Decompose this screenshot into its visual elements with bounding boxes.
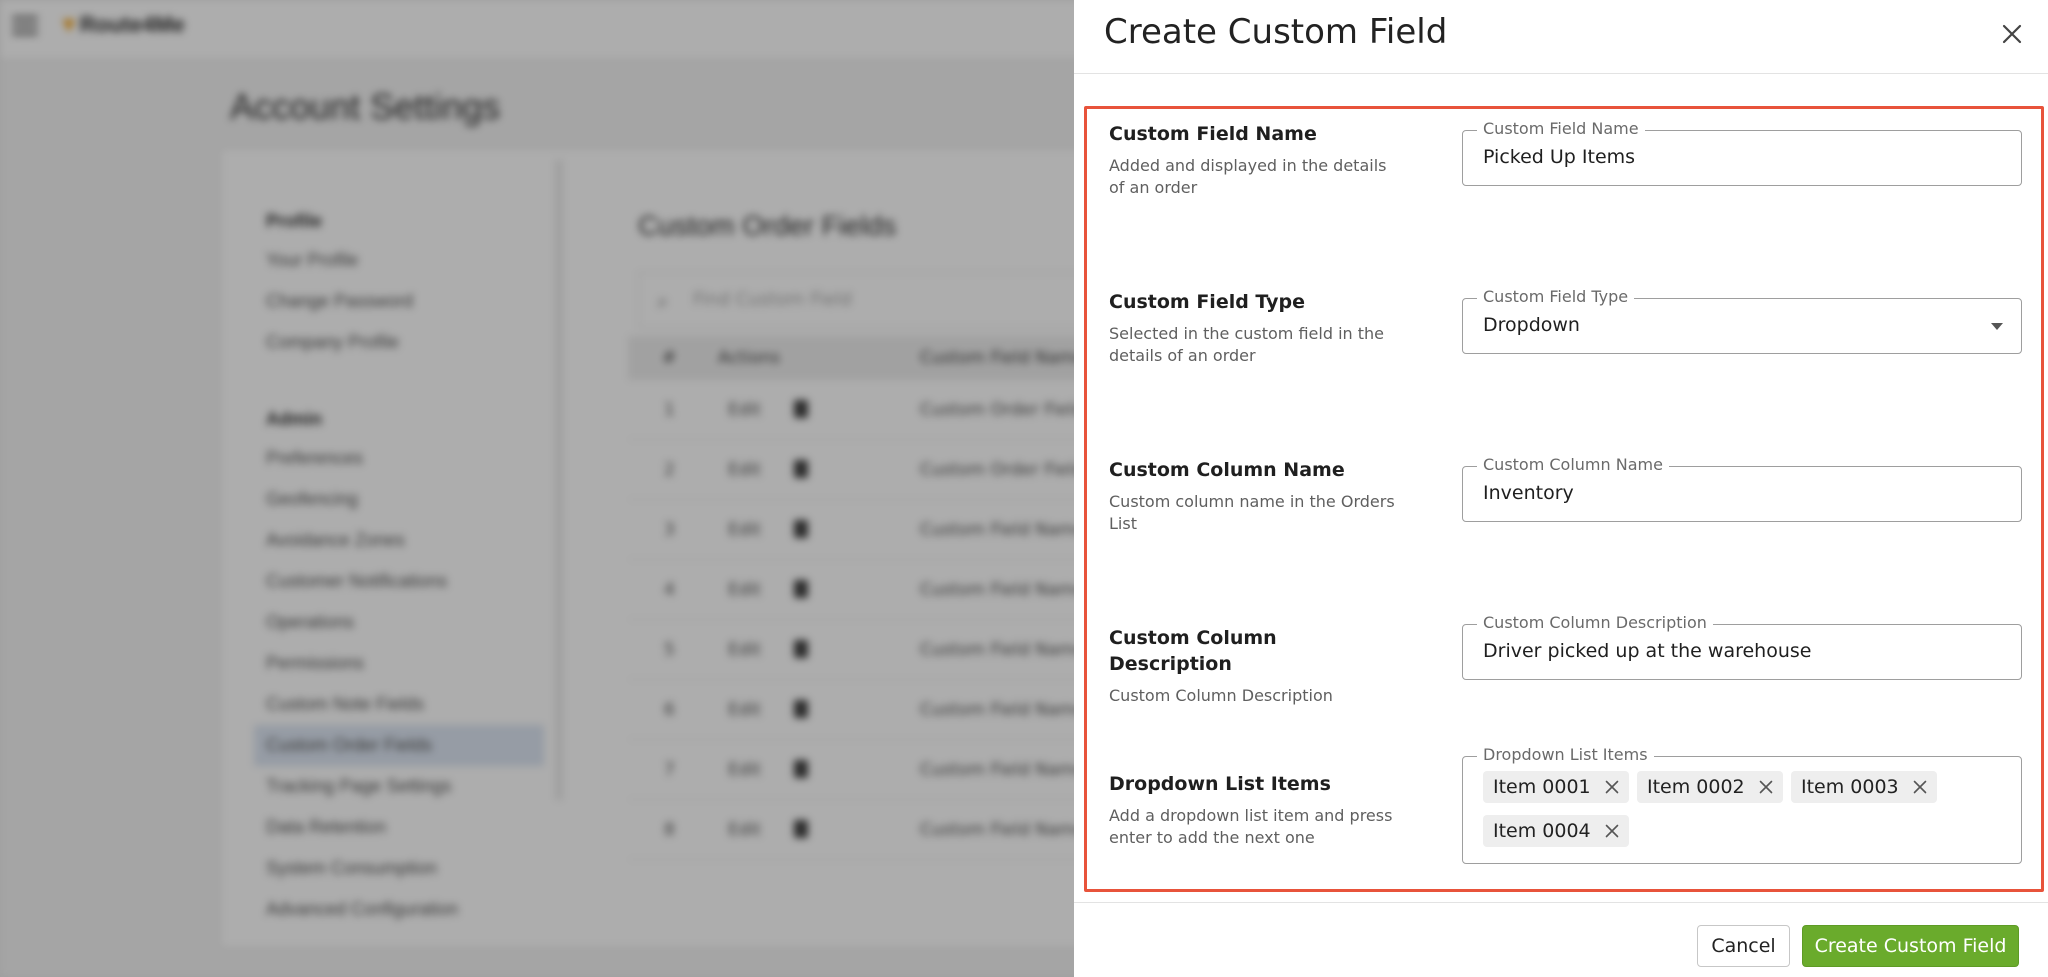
custom-field-form: Custom Field Name Added and displayed in… <box>1084 106 2044 892</box>
chip-remove-button[interactable] <box>1601 820 1623 842</box>
chip-remove-button[interactable] <box>1755 776 1777 798</box>
custom-field-type-label: Custom Field Type <box>1109 291 1306 313</box>
close-button[interactable] <box>1992 14 2032 54</box>
dropdown-list-items-label: Dropdown List Items <box>1109 773 1331 795</box>
custom-field-name-input[interactable]: Custom Field Name Picked Up Items <box>1462 119 2022 186</box>
custom-column-description-label: Custom Column Description <box>1109 627 1277 675</box>
dropdown-item-chip: Item 0003 <box>1791 771 1937 803</box>
custom-column-name-value: Inventory <box>1483 482 1574 504</box>
custom-column-name-description: Custom column name in the Orders List <box>1109 492 1395 533</box>
chip-label: Item 0001 <box>1493 776 1591 798</box>
custom-field-name-description: Added and displayed in the details of an… <box>1109 156 1387 197</box>
drawer-title: Create Custom Field <box>1104 12 1448 52</box>
cancel-button[interactable]: Cancel <box>1697 925 1790 967</box>
custom-field-type-value: Dropdown <box>1483 314 1580 336</box>
custom-field-name-label: Custom Field Name <box>1109 123 1317 145</box>
dropdown-list-items-description: Add a dropdown list item and press enter… <box>1109 806 1393 847</box>
dropdown-list-items-label-group: Dropdown List Items Add a dropdown list … <box>1109 771 1399 849</box>
custom-field-name-legend: Custom Field Name <box>1477 119 1645 139</box>
dropdown-list-items-legend: Dropdown List Items <box>1477 745 1654 765</box>
custom-column-name-label: Custom Column Name <box>1109 459 1345 481</box>
chip-remove-button[interactable] <box>1909 776 1931 798</box>
create-custom-field-button[interactable]: Create Custom Field <box>1802 925 2019 967</box>
custom-field-type-description: Selected in the custom field in the deta… <box>1109 324 1385 365</box>
drawer-header: Create Custom Field <box>1074 0 2048 74</box>
custom-column-description-input[interactable]: Custom Column Description Driver picked … <box>1462 613 2022 680</box>
close-icon <box>2002 24 2022 44</box>
create-custom-field-drawer: Create Custom Field Custom Field Name Ad… <box>1074 0 2048 977</box>
drawer-footer: Cancel Create Custom Field <box>1074 902 2048 977</box>
custom-column-description-value: Driver picked up at the warehouse <box>1483 640 1812 662</box>
chip-label: Item 0003 <box>1801 776 1899 798</box>
dropdown-list-items-input[interactable]: Dropdown List Items Item 0001 Item 0002 … <box>1462 745 2022 864</box>
chevron-down-icon[interactable] <box>1991 323 2003 330</box>
dropdown-item-chip: Item 0004 <box>1483 815 1629 847</box>
close-icon <box>1913 780 1926 794</box>
custom-column-description-description: Custom Column Description <box>1109 686 1333 705</box>
custom-field-type-legend: Custom Field Type <box>1477 287 1635 307</box>
custom-column-name-legend: Custom Column Name <box>1477 455 1669 475</box>
chip-remove-button[interactable] <box>1601 776 1623 798</box>
close-icon <box>1759 780 1772 794</box>
custom-column-name-label-group: Custom Column Name Custom column name in… <box>1109 457 1399 535</box>
dropdown-item-chip: Item 0001 <box>1483 771 1629 803</box>
custom-column-name-input[interactable]: Custom Column Name Inventory <box>1462 455 2022 522</box>
chip-label: Item 0002 <box>1647 776 1745 798</box>
close-icon <box>1605 824 1618 838</box>
chip-label: Item 0004 <box>1493 820 1591 842</box>
custom-field-type-select[interactable]: Custom Field Type Dropdown <box>1462 287 2022 354</box>
custom-column-description-label-group: Custom Column Description Custom Column … <box>1109 625 1399 707</box>
custom-field-type-label-group: Custom Field Type Selected in the custom… <box>1109 289 1399 367</box>
custom-field-name-value: Picked Up Items <box>1483 146 1636 168</box>
close-icon <box>1605 780 1618 794</box>
custom-field-name-label-group: Custom Field Name Added and displayed in… <box>1109 121 1399 199</box>
custom-column-description-legend: Custom Column Description <box>1477 613 1713 633</box>
dropdown-item-chip: Item 0002 <box>1637 771 1783 803</box>
